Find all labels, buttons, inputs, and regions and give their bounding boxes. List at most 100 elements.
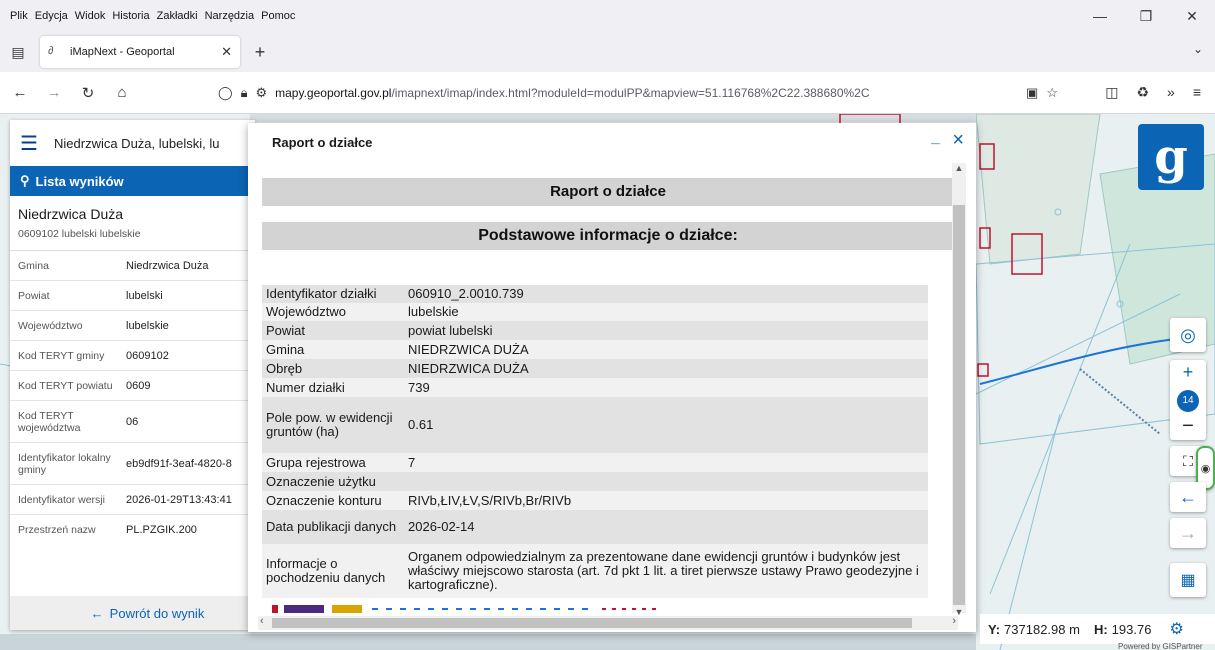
reader-view-icon[interactable]: ▣ xyxy=(1026,85,1038,101)
row-key: Oznaczenie konturu xyxy=(262,491,404,510)
report-content: Raport o działce Podstawowe informacje o… xyxy=(262,163,954,613)
legend-strip-preview xyxy=(272,605,662,613)
row-key: Województwo xyxy=(262,303,404,321)
y-coord-value: 737182.98 m xyxy=(1004,621,1080,637)
left-arrow-icon: ← xyxy=(1179,486,1197,507)
permissions-icon[interactable]: ⚙ xyxy=(255,85,267,101)
row-value: NIEDRZWICA DUŻA xyxy=(404,359,928,378)
close-window-icon[interactable]: ✕ xyxy=(1169,0,1215,32)
attribute-value: 0609 xyxy=(126,379,151,392)
zoom-in-button[interactable]: + xyxy=(1170,362,1206,383)
menu-file[interactable]: Plik xyxy=(10,10,28,22)
scroll-left-icon[interactable]: ‹ xyxy=(260,615,264,627)
place-subtitle: 0609102 lubelski lubelskie xyxy=(10,224,255,251)
menu-history[interactable]: Historia xyxy=(112,10,149,22)
vertical-scrollbar[interactable]: ▲ ▼ xyxy=(952,163,966,617)
back-to-results-link[interactable]: ← Powrót do wynik xyxy=(10,596,255,630)
forward-arrow-icon[interactable]: → xyxy=(40,84,68,101)
home-icon[interactable]: ⌂ xyxy=(108,84,136,101)
search-results-panel: ☰ Niedrzwica Duża, lubelski, lu ⚲ Lista … xyxy=(10,120,255,630)
back-arrow-icon: ← xyxy=(90,605,104,621)
bookmark-star-icon[interactable]: ☆ xyxy=(1046,85,1058,101)
results-list-header[interactable]: ⚲ Lista wyników xyxy=(10,166,255,196)
attribute-value: lubelski xyxy=(126,289,163,302)
row-key: Pole pow. w ewidencji gruntów (ha) xyxy=(262,397,404,453)
right-arrow-icon: → xyxy=(1179,522,1197,543)
hamburger-menu-icon[interactable]: ☰ xyxy=(20,131,54,156)
lock-icon[interactable]: 🔒︎ xyxy=(241,85,248,101)
row-key: Identyfikator działki xyxy=(262,285,404,303)
url-text[interactable]: mapy.geoportal.gov.pl/imapnext/imap/inde… xyxy=(275,86,1018,100)
new-tab-icon[interactable]: + xyxy=(244,42,276,63)
coordinates-readout: Y: 737182.98 m H: 193.76 ⚙ xyxy=(980,614,1215,644)
panel-header: ☰ Niedrzwica Duża, lubelski, lu xyxy=(10,120,255,166)
extensions-icon[interactable]: ♻ xyxy=(1136,84,1149,101)
table-row: Oznaczenie konturu RIVb,ŁIV,ŁV,S/RIVb,Br/… xyxy=(262,491,928,510)
geoportal-logo[interactable]: g xyxy=(1138,124,1204,190)
fullscreen-icon: ⛶ xyxy=(1183,452,1193,469)
row-key: Numer działki xyxy=(262,378,404,397)
menu-tools[interactable]: Narzędzia xyxy=(205,10,255,22)
table-row: Numer działki 739 xyxy=(262,378,928,397)
h-coord-value: 193.76 xyxy=(1111,621,1152,637)
previous-view-button[interactable]: ← xyxy=(1170,482,1206,512)
close-dialog-button[interactable]: × xyxy=(952,129,964,152)
attribute-value: lubelskie xyxy=(126,319,169,332)
restore-icon[interactable]: ❐ xyxy=(1123,0,1169,32)
search-icon: ⚲ xyxy=(20,173,30,188)
table-row: Oznaczenie użytku xyxy=(262,472,928,491)
menu-bookmarks[interactable]: Zakładki xyxy=(157,10,198,22)
menu-view[interactable]: Widok xyxy=(75,10,106,22)
dialog-title: Raport o działce xyxy=(272,134,373,150)
horizontal-scroll-thumb[interactable] xyxy=(272,618,912,628)
scroll-up-icon[interactable]: ▲ xyxy=(952,163,966,173)
attribute-value: 2026-01-29T13:43:41 xyxy=(126,493,232,506)
next-view-button[interactable]: → xyxy=(1170,518,1206,548)
attribute-key: Identyfikator wersji xyxy=(18,493,105,506)
attribute-key: Kod TERYT powiatu xyxy=(18,379,113,392)
tab-close-icon[interactable]: ✕ xyxy=(221,44,232,60)
row-value: NIEDRZWICA DUŻA xyxy=(404,340,928,359)
attribute-key: Przestrzeń nazw xyxy=(18,524,96,536)
my-location-button[interactable]: ◎ xyxy=(1170,318,1206,352)
locate-target-icon: ◎ xyxy=(1180,324,1196,345)
zoom-out-button[interactable]: − xyxy=(1170,415,1206,438)
attribute-row: Identyfikator wersji 2026-01-29T13:43:41 xyxy=(10,485,255,515)
attribute-value: 0609102 xyxy=(126,349,169,362)
horizontal-scrollbar[interactable]: ‹ › xyxy=(258,615,958,630)
table-row: Powiat powiat lubelski xyxy=(262,321,928,340)
reload-icon[interactable]: ↻ xyxy=(74,84,102,102)
parcel-report-dialog: Raport o działce _ × Raport o działce Po… xyxy=(248,123,976,632)
table-row: Pole pow. w ewidencji gruntów (ha) 0.61 xyxy=(262,397,928,453)
app-menu-icon[interactable]: ≡ xyxy=(1193,84,1201,101)
attribute-row: Identyfikator lokalny gminy eb9df91f-3ea… xyxy=(10,443,255,485)
powered-by-label: Powered by GISPartner xyxy=(1118,642,1203,650)
vertical-scroll-thumb[interactable] xyxy=(953,205,965,605)
scroll-right-icon[interactable]: › xyxy=(952,615,956,627)
minimize-dialog-button[interactable]: _ xyxy=(931,129,940,147)
attribute-key: Kod TERYT gminy xyxy=(18,349,105,362)
attribute-key: Gmina xyxy=(18,259,49,272)
browser-tab[interactable]: ∂ iMapNext - Geoportal ✕ xyxy=(40,36,240,68)
attribute-value: Niedrzwica Duża xyxy=(126,259,209,272)
menu-help[interactable]: Pomoc xyxy=(261,10,295,22)
menu-edit[interactable]: Edycja xyxy=(35,10,68,22)
tab-list-icon[interactable]: ▤ xyxy=(0,44,36,61)
row-key: Informacje o pochodzeniu danych xyxy=(262,544,404,598)
section-heading: Podstawowe informacje o działce: xyxy=(262,222,954,250)
overflow-chevrons-icon[interactable]: » xyxy=(1167,84,1175,101)
row-value: 0.61 xyxy=(404,397,928,453)
back-arrow-icon[interactable]: ← xyxy=(6,84,34,101)
geoportal-favicon-icon: ∂ xyxy=(48,45,54,57)
tab-overflow-chevron-icon[interactable]: ⌄ xyxy=(1193,42,1203,56)
table-row: Obręb NIEDRZWICA DUŻA xyxy=(262,359,928,378)
row-key: Obręb xyxy=(262,359,404,378)
minimize-icon[interactable]: — xyxy=(1077,0,1123,32)
settings-gear-icon[interactable]: ⚙ xyxy=(1169,619,1183,639)
layers-button[interactable]: ▦ xyxy=(1170,563,1206,597)
parcel-info-table: Identyfikator działki 060910_2.0010.739 W… xyxy=(262,285,928,598)
report-heading: Raport o działce xyxy=(262,178,954,206)
sidebar-icon[interactable]: ◫ xyxy=(1105,84,1118,101)
url-bar[interactable]: ◯ 🔒︎ ⚙ mapy.geoportal.gov.pl/imapnext/im… xyxy=(218,78,1058,108)
shield-icon[interactable]: ◯ xyxy=(218,85,233,101)
